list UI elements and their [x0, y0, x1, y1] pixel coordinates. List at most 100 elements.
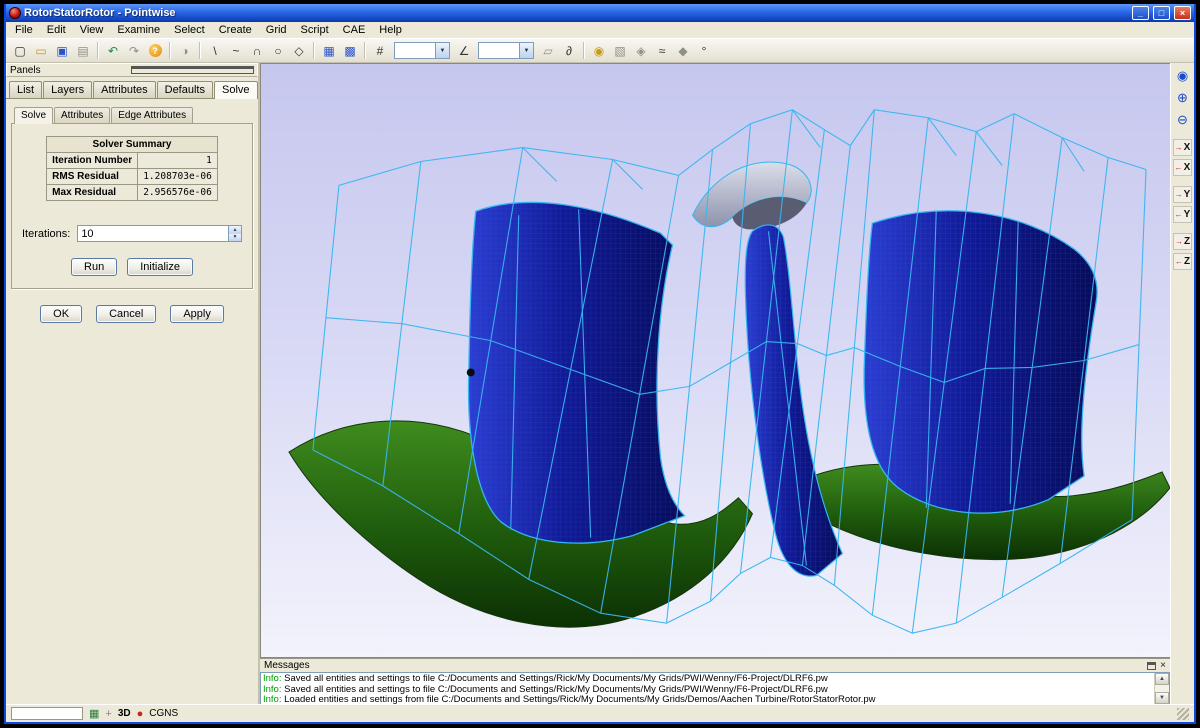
- circle-tool-icon[interactable]: ○: [268, 41, 288, 60]
- scroll-up-icon[interactable]: ▲: [1155, 673, 1169, 685]
- solid-grid-icon[interactable]: ▩: [340, 41, 360, 60]
- probe-icon: +: [105, 708, 111, 720]
- apply-button[interactable]: Apply: [170, 305, 224, 323]
- toolbar-separator: [169, 42, 171, 59]
- help-icon[interactable]: ?: [145, 41, 165, 60]
- assemble-icon[interactable]: ◈: [631, 41, 651, 60]
- view-plus-y-button[interactable]: →Y: [1173, 186, 1192, 203]
- view-plus-z-button[interactable]: →Z: [1173, 233, 1192, 250]
- examine-icon[interactable]: ◉: [1173, 66, 1192, 85]
- print-icon[interactable]: ▤: [73, 41, 93, 60]
- messages-header[interactable]: Messages ×: [260, 659, 1170, 672]
- status-input[interactable]: [11, 707, 83, 720]
- tab-layers[interactable]: Layers: [43, 81, 92, 98]
- menu-item[interactable]: Select: [167, 23, 212, 37]
- angle-combo[interactable]: ▼: [478, 42, 534, 59]
- block-icon[interactable]: ▧: [610, 41, 630, 60]
- run-button[interactable]: Run: [71, 258, 117, 276]
- view-toolbar: ◉ ⊕ ⊖ →X ←X →Y ←Y →Z ←Z: [1170, 63, 1194, 704]
- messages-scrollbar[interactable]: ▲ ▼: [1154, 673, 1169, 704]
- minimize-button[interactable]: _: [1132, 6, 1149, 20]
- panels-header[interactable]: Panels: [6, 63, 258, 77]
- iterations-input[interactable]: [78, 226, 228, 241]
- solve-frame: Solver Summary Iteration Number 1 RMS Re…: [11, 123, 253, 289]
- line-tool-icon[interactable]: \: [205, 41, 225, 60]
- solve-face-icon[interactable]: ◉: [589, 41, 609, 60]
- view-minus-x-button[interactable]: ←X: [1173, 159, 1192, 176]
- curve-tool-icon[interactable]: ~: [226, 41, 246, 60]
- mask-icon[interactable]: ◑: [175, 41, 195, 60]
- resize-grip[interactable]: [1177, 708, 1189, 720]
- tab-attributes[interactable]: Attributes: [93, 81, 155, 98]
- float-panel-icon[interactable]: [131, 66, 254, 74]
- connector-icon[interactable]: ≈: [652, 41, 672, 60]
- anchor-point: [467, 368, 475, 376]
- maximize-button[interactable]: □: [1153, 6, 1170, 20]
- iterations-field[interactable]: ▲▼: [77, 225, 242, 242]
- redo-icon[interactable]: ↷: [124, 41, 144, 60]
- cancel-button[interactable]: Cancel: [96, 305, 156, 323]
- cae-status-icon: ●: [137, 708, 144, 720]
- structured-grid-icon[interactable]: ▦: [319, 41, 339, 60]
- surface-tool-icon[interactable]: ◇: [289, 41, 309, 60]
- view-minus-z-button[interactable]: ←Z: [1173, 253, 1192, 270]
- menu-item[interactable]: CAE: [336, 23, 373, 37]
- spin-up-icon: ▲: [229, 226, 241, 234]
- angle-icon[interactable]: ∠: [454, 41, 474, 60]
- view-minus-y-button[interactable]: ←Y: [1173, 206, 1192, 223]
- tab-list[interactable]: List: [9, 81, 42, 98]
- zoom-out-icon[interactable]: ⊖: [1173, 110, 1192, 129]
- measure-icon[interactable]: °: [694, 41, 714, 60]
- center-column: Messages × Info: Saved all entities and …: [260, 63, 1170, 704]
- summary-row-value: 1: [138, 153, 218, 169]
- chevron-down-icon[interactable]: ▼: [435, 43, 449, 58]
- menu-item[interactable]: File: [8, 23, 40, 37]
- spacing-icon[interactable]: ◆: [673, 41, 693, 60]
- dimension-combo[interactable]: ▼: [394, 42, 450, 59]
- domain-icon[interactable]: ▱: [538, 41, 558, 60]
- save-icon[interactable]: ▣: [52, 41, 72, 60]
- zoom-in-icon[interactable]: ⊕: [1173, 88, 1192, 107]
- ok-button[interactable]: OK: [40, 305, 82, 323]
- partial-derivative-icon[interactable]: ∂: [559, 41, 579, 60]
- window-title: RotorStatorRotor - Pointwise: [24, 7, 1128, 19]
- solver-summary-title: Solver Summary: [47, 137, 218, 153]
- undo-icon[interactable]: ↶: [103, 41, 123, 60]
- panels-title: Panels: [10, 65, 131, 76]
- new-file-icon[interactable]: ▢: [10, 41, 30, 60]
- viewport-3d[interactable]: [260, 63, 1170, 658]
- solver-summary-table: Solver Summary Iteration Number 1 RMS Re…: [46, 136, 218, 201]
- iterations-spinner[interactable]: ▲▼: [228, 226, 241, 241]
- initialize-button[interactable]: Initialize: [127, 258, 193, 276]
- tab-defaults[interactable]: Defaults: [157, 81, 213, 98]
- messages-log: Info: Saved all entities and settings to…: [261, 673, 1154, 704]
- view-plus-x-button[interactable]: →X: [1173, 139, 1192, 156]
- summary-row-label: RMS Residual: [47, 169, 138, 185]
- menu-item[interactable]: Script: [294, 23, 336, 37]
- menu-item[interactable]: Create: [212, 23, 259, 37]
- axis-arrow-icon: ←: [1175, 257, 1183, 266]
- menu-item[interactable]: Edit: [40, 23, 73, 37]
- dimension-icon[interactable]: #: [370, 41, 390, 60]
- axis-arrow-icon: ←: [1175, 163, 1183, 172]
- subtab-attributes[interactable]: Attributes: [54, 107, 110, 123]
- menu-item[interactable]: Examine: [110, 23, 167, 37]
- chevron-down-icon[interactable]: ▼: [519, 43, 533, 58]
- menu-item[interactable]: Help: [372, 23, 409, 37]
- subtab-edge-attributes[interactable]: Edge Attributes: [111, 107, 193, 123]
- summary-row-label: Max Residual: [47, 185, 138, 201]
- table-row: Max Residual 2.956576e-06: [47, 185, 218, 201]
- toolbar-separator: [97, 42, 99, 59]
- subtab-solve[interactable]: Solve: [14, 107, 53, 124]
- title-bar[interactable]: RotorStatorRotor - Pointwise _ □ ×: [6, 4, 1194, 22]
- close-messages-icon[interactable]: ×: [1160, 662, 1166, 670]
- menu-item[interactable]: Grid: [259, 23, 294, 37]
- open-icon[interactable]: ▭: [31, 41, 51, 60]
- tab-solve[interactable]: Solve: [214, 81, 258, 99]
- close-button[interactable]: ×: [1174, 6, 1191, 20]
- arc-tool-icon[interactable]: ∩: [247, 41, 267, 60]
- float-messages-icon[interactable]: [1147, 662, 1156, 670]
- menu-item[interactable]: View: [73, 23, 111, 37]
- mode-indicator: 3D: [118, 708, 131, 719]
- scroll-down-icon[interactable]: ▼: [1155, 692, 1169, 704]
